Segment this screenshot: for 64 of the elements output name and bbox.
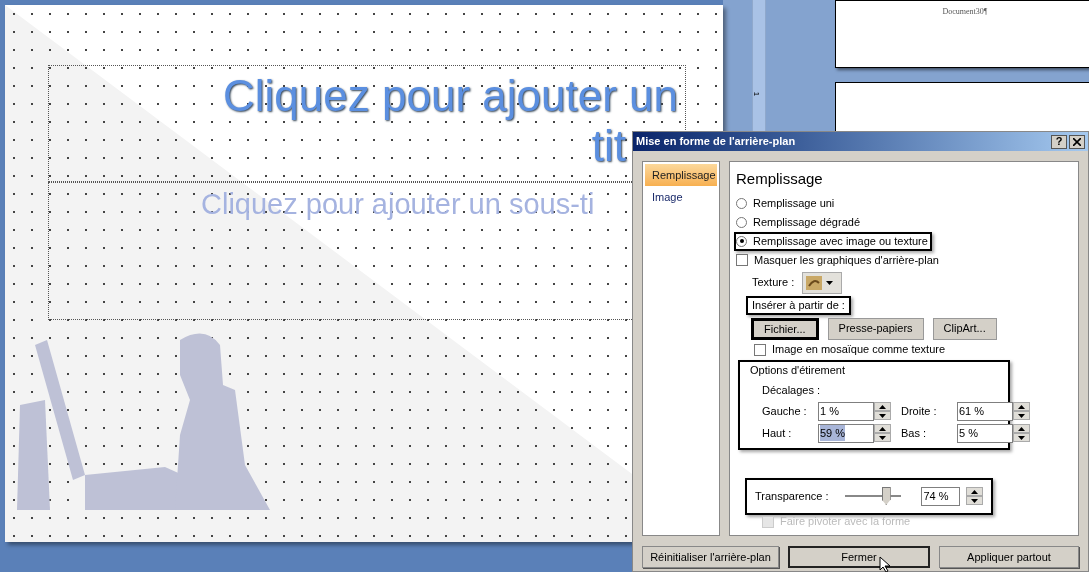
slider-thumb[interactable] (881, 487, 891, 505)
field-label: Droite : (901, 403, 938, 419)
up-arrow-icon (879, 426, 886, 431)
checkbox-label: Faire pivoter avec la forme (780, 514, 911, 530)
document-name: Document30¶ (942, 6, 988, 18)
offset-field[interactable]: 5 % (957, 423, 1013, 443)
down-arrow-icon (879, 435, 886, 440)
close-button[interactable] (1069, 134, 1085, 149)
insert-button[interactable]: ClipArt... (932, 317, 997, 340)
insert-button[interactable]: Presse-papiers (827, 317, 924, 340)
texture-label: Texture : (752, 275, 795, 291)
dialog-button[interactable]: Appliquer partout (939, 546, 1079, 568)
checkbox-label: Image en mosaïque comme texture (772, 342, 946, 358)
close-icon (1073, 137, 1081, 146)
up-arrow-icon (971, 489, 978, 494)
spinner-control[interactable] (874, 424, 891, 442)
spinner-control[interactable] (966, 487, 983, 505)
transparency-slider[interactable] (844, 487, 902, 505)
mouse-cursor-icon (879, 556, 891, 572)
slide-subtitle: Cliquez pour ajouter un sous-ti (201, 187, 595, 222)
category-item[interactable]: Image (645, 186, 717, 208)
radio-label: Remplissage dégradé (753, 214, 860, 230)
dialog-button[interactable]: Réinitialiser l'arrière-plan (642, 546, 779, 568)
offset-field[interactable]: 61 % (957, 401, 1013, 421)
spinner-control[interactable] (1013, 402, 1030, 420)
offset-field[interactable]: 59 % (818, 423, 874, 443)
help-button[interactable]: ? (1051, 134, 1067, 149)
texture-dropdown[interactable] (802, 271, 843, 294)
section-heading: Remplissage (736, 169, 824, 189)
radio-label: Remplissage avec image ou texture (753, 233, 928, 249)
field-label: Gauche : (762, 403, 808, 419)
texture-swatch-icon (806, 275, 823, 290)
ruler-number: 1 (751, 91, 763, 97)
up-arrow-icon (1018, 426, 1025, 431)
up-arrow-icon (1018, 404, 1025, 409)
window-title: Mise en forme de l'arrière-plan (636, 134, 797, 150)
field-label: Bas : (901, 425, 928, 441)
transparency-label: Transparence : (755, 488, 830, 504)
checkbox-label: Masquer les graphiques d'arrière-plan (754, 252, 939, 268)
offsets-label: Décalages : (762, 383, 822, 398)
down-arrow-icon (1018, 413, 1025, 418)
group-legend: Options d'étirement (750, 361, 1008, 378)
checkbox[interactable] (754, 343, 766, 356)
down-arrow-icon (1018, 435, 1025, 440)
spinner-control[interactable] (1013, 424, 1030, 442)
slide-title: tit (591, 121, 626, 171)
down-arrow-icon (879, 413, 886, 418)
field-label: Haut : (762, 425, 793, 441)
slide-title: Cliquez pour ajouter un (223, 71, 678, 121)
insert-label: Insérer à partir de : (746, 295, 851, 315)
radio-button[interactable] (736, 197, 747, 209)
up-arrow-icon (879, 404, 886, 409)
radio-button[interactable] (736, 216, 747, 228)
insert-button[interactable]: Fichier... (751, 317, 819, 340)
offset-field[interactable]: 1 % (818, 401, 874, 421)
radio-button[interactable] (736, 235, 747, 247)
transparency-field[interactable]: 74 % (921, 486, 960, 506)
down-arrow-icon (971, 498, 978, 503)
caret-icon (826, 280, 834, 285)
radio-label: Remplissage uni (753, 195, 835, 211)
dialog-button[interactable]: Fermer (788, 546, 930, 568)
spinner-control[interactable] (874, 402, 891, 420)
category-item[interactable]: Remplissage (645, 164, 717, 186)
checkbox[interactable] (736, 254, 748, 266)
